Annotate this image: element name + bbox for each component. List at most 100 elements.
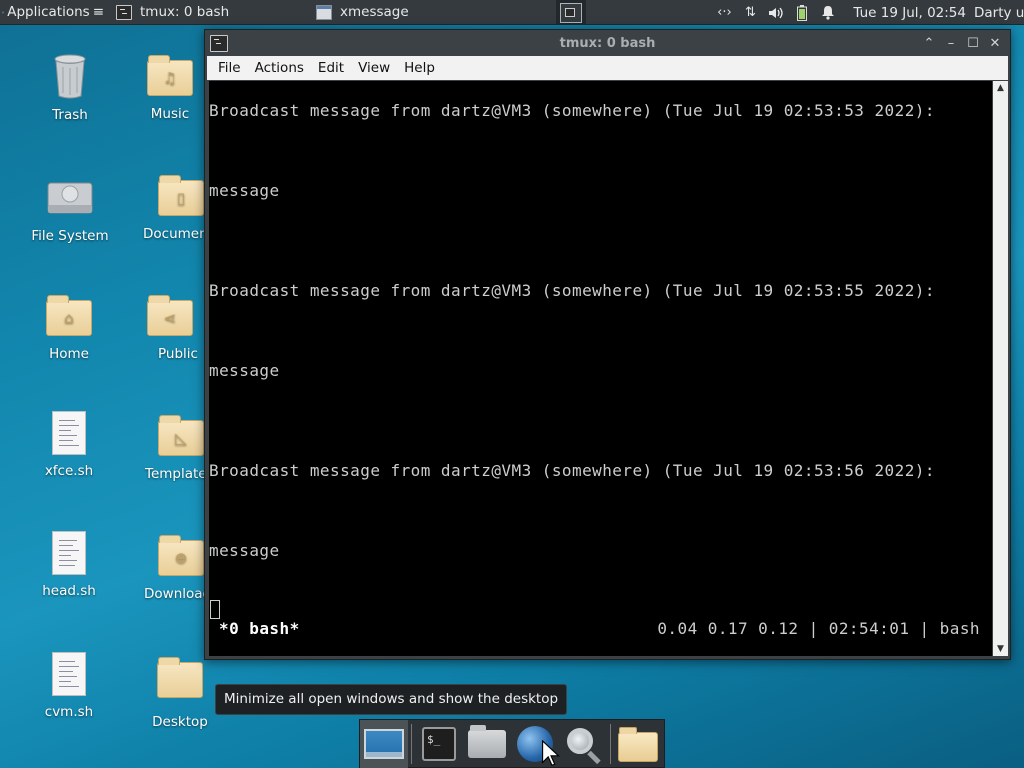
menu-actions[interactable]: Actions <box>248 60 311 76</box>
volume-icon[interactable] <box>766 5 786 21</box>
downloads-folder-icon: ⊕ <box>158 535 204 576</box>
window-title: tmux: 0 bash <box>559 35 656 51</box>
desktop-icon-label: Documents <box>143 226 204 242</box>
desktop-icon-templates[interactable]: ◺ Templates <box>125 415 204 482</box>
show-desktop-button[interactable] <box>360 719 408 768</box>
maximize-button[interactable]: ☐ <box>962 34 984 52</box>
menu-file[interactable]: File <box>207 60 248 76</box>
taskbar-item-label: xmessage <box>340 4 409 20</box>
network-share-icon[interactable]: ‹·› <box>714 5 734 21</box>
folder-icon <box>157 657 203 698</box>
terminal-window[interactable]: tmux: 0 bash ⌃ – ☐ ✕ File Actions Edit V… <box>204 29 1011 660</box>
desktop-icon-label: File System <box>31 228 109 244</box>
top-panel: Applications ≡ tmux: 0 bash xmessage ‹·›… <box>0 0 1024 25</box>
script-file-icon <box>52 652 86 696</box>
desktop-icon-head-sh[interactable]: head.sh <box>14 531 124 599</box>
terminal-line: message <box>209 181 280 200</box>
tmux-window-list: *0 bash* <box>219 619 300 638</box>
terminal-line: Broadcast message from dartz@VM3 (somewh… <box>209 101 935 120</box>
search-icon <box>567 727 593 754</box>
desktop-icon-label: Templates <box>145 466 204 482</box>
desktop-icon-xfce-sh[interactable]: xfce.sh <box>14 411 124 479</box>
separator-icon: ≡ <box>92 4 104 20</box>
dock-separator <box>610 723 611 764</box>
terminal-line: Broadcast message from dartz@VM3 (somewh… <box>209 461 935 480</box>
tooltip: Minimize all open windows and show the d… <box>215 684 568 715</box>
battery-icon[interactable] <box>792 4 812 21</box>
mouse-pointer-icon <box>542 740 560 766</box>
templates-folder-icon: ◺ <box>158 415 204 456</box>
dock-terminal-launcher[interactable]: $_ <box>415 720 463 768</box>
documents-folder-icon: ▯ <box>158 175 204 216</box>
dock-files-launcher[interactable] <box>614 720 662 768</box>
terminal-output[interactable]: Broadcast message from dartz@VM3 (somewh… <box>209 81 992 656</box>
home-folder-icon <box>468 724 506 758</box>
terminal-line: message <box>209 541 280 560</box>
terminal-line: message <box>209 361 280 380</box>
drive-icon <box>47 182 93 214</box>
desktop-icon-public[interactable]: ⋖ Public <box>125 295 215 362</box>
applications-label: Applications <box>7 4 90 20</box>
desktop-icon-label: xfce.sh <box>44 463 94 479</box>
taskbar-item-label: tmux: 0 bash <box>140 4 230 20</box>
workspace-1[interactable] <box>560 2 582 23</box>
desktop-icon-label: Public <box>158 346 198 362</box>
desktop-icon-documents[interactable]: ▯ Documents <box>125 175 204 242</box>
dock-separator <box>411 723 412 764</box>
script-file-icon <box>52 411 86 455</box>
trash-icon <box>54 54 86 99</box>
terminal-icon <box>210 34 228 52</box>
tmux-status-right: 0.04 0.17 0.12 | 02:54:01 | bash <box>657 619 980 638</box>
home-folder-icon: ⌂ <box>46 295 92 336</box>
user-menu[interactable]: Darty uwu <box>974 5 1024 21</box>
desktop-icon-trash[interactable]: Trash <box>15 53 125 123</box>
terminal-line: Broadcast message from dartz@VM3 (somewh… <box>209 281 935 300</box>
desktop-icon-label: cvm.sh <box>44 704 94 720</box>
clock[interactable]: Tue 19 Jul, 02:54 <box>853 5 966 21</box>
taskbar-item-tmux[interactable]: tmux: 0 bash <box>108 1 306 24</box>
menu-help[interactable]: Help <box>397 60 442 76</box>
desktop-icon-home[interactable]: ⌂ Home <box>14 295 124 362</box>
desktop-icon-label: Music <box>150 106 190 122</box>
desktop-icon-filesystem[interactable]: File System <box>15 180 125 244</box>
desktop-icon-label: Trash <box>52 107 88 123</box>
menu-edit[interactable]: Edit <box>311 60 351 76</box>
music-folder-icon: ♫ <box>147 55 193 96</box>
system-tray: ‹·› ⇅ Tue 19 Jul, 02:54 Darty uwu <box>711 0 1024 25</box>
menu-view[interactable]: View <box>351 60 397 76</box>
xfce-logo-icon <box>2 10 5 14</box>
desktop-icon-downloads[interactable]: ⊕ Downloads <box>125 535 204 602</box>
window-titlebar[interactable]: tmux: 0 bash ⌃ – ☐ ✕ <box>205 30 1010 56</box>
file-manager-icon <box>618 726 658 762</box>
terminal-icon: $_ <box>422 726 456 761</box>
show-desktop-icon <box>364 728 404 759</box>
desktop-icon-label: head.sh <box>42 583 96 599</box>
text-cursor <box>210 600 220 619</box>
scroll-up-arrow-icon[interactable]: ▲ <box>993 81 1008 95</box>
dock-home-launcher[interactable] <box>463 720 511 768</box>
taskbar-item-xmessage[interactable]: xmessage <box>308 1 506 24</box>
desktop-icon-label: Desktop <box>152 714 208 730</box>
terminal-icon <box>116 4 132 20</box>
public-folder-icon: ⋖ <box>147 295 193 336</box>
shade-button[interactable]: ⌃ <box>918 34 940 52</box>
scroll-down-arrow-icon[interactable]: ▼ <box>993 642 1008 656</box>
tmux-status-bar: *0 bash* 0.04 0.17 0.12 | 02:54:01 | bas… <box>209 619 992 643</box>
notifications-bell-icon[interactable] <box>818 5 838 21</box>
desktop-icon-cvm-sh[interactable]: cvm.sh <box>14 652 124 720</box>
desktop-icon-label: Downloads <box>144 586 204 602</box>
applications-menu-button[interactable]: Applications ≡ <box>0 0 108 25</box>
xmessage-window-icon <box>316 4 332 20</box>
script-file-icon <box>52 531 86 575</box>
close-button[interactable]: ✕ <box>984 34 1006 52</box>
scrollbar[interactable]: ▲ ▼ <box>993 81 1008 656</box>
workspace-switcher[interactable] <box>556 0 586 25</box>
window-controls: ⌃ – ☐ ✕ <box>918 34 1006 52</box>
bottom-dock: $_ <box>359 719 665 768</box>
desktop-icon-music[interactable]: ♫ Music <box>125 55 215 122</box>
window-miniature <box>565 7 575 17</box>
dock-search-launcher[interactable] <box>559 720 607 768</box>
minimize-button[interactable]: – <box>940 34 962 52</box>
network-updown-icon[interactable]: ⇅ <box>740 5 760 21</box>
menubar: File Actions Edit View Help <box>207 56 1008 80</box>
